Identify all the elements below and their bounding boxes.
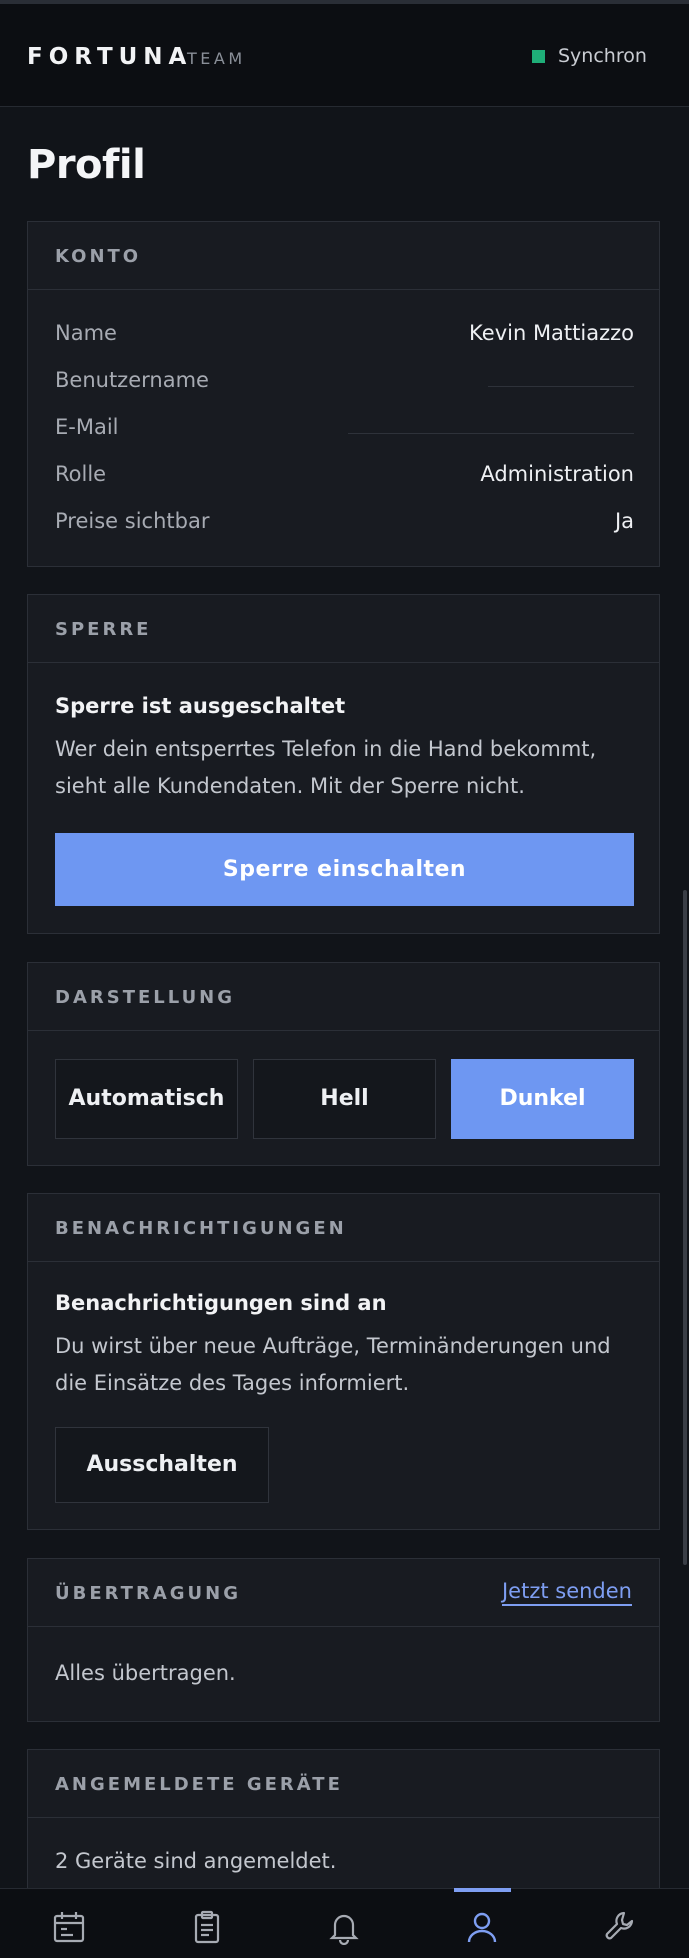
empty-value-line xyxy=(488,386,634,387)
app-header: FORTUNA TEAM Synchron xyxy=(0,4,689,107)
darstellung-card-title: DARSTELLUNG xyxy=(55,987,236,1008)
wrench-icon xyxy=(605,1911,634,1940)
disable-notifications-button[interactable]: Ausschalten xyxy=(55,1427,269,1503)
konto-row-name: Name Kevin Mattiazzo xyxy=(55,321,634,351)
benachrichtigungen-card-title: BENACHRICHTIGUNGEN xyxy=(55,1218,347,1239)
nav-item-tools[interactable] xyxy=(551,1889,689,1958)
nav-item-orders[interactable] xyxy=(138,1889,276,1958)
uebertragung-card: ÜBERTRAGUNG Jetzt senden Alles übertrage… xyxy=(27,1558,660,1722)
theme-option-automatic[interactable]: Automatisch xyxy=(55,1059,238,1139)
page-title: Profil xyxy=(27,142,146,188)
clipboard-icon xyxy=(194,1910,219,1944)
brand-logo: FORTUNA xyxy=(27,44,193,70)
transfer-status: Alles übertragen. xyxy=(55,1661,236,1685)
calendar-icon xyxy=(53,1912,84,1943)
sperre-status: Sperre ist ausgeschaltet xyxy=(55,694,346,718)
konto-row-label: Name xyxy=(55,321,117,345)
konto-card: KONTO Name Kevin Mattiazzo Benutzername … xyxy=(27,221,660,567)
konto-card-header: KONTO xyxy=(28,222,659,290)
geraete-card-header: ANGEMELDETE GERÄTE xyxy=(28,1750,659,1818)
konto-row-role: Rolle Administration xyxy=(55,462,634,492)
konto-row-value: Administration xyxy=(480,462,634,486)
nav-item-profile[interactable] xyxy=(413,1889,551,1958)
sperre-card-header: SPERRE xyxy=(28,595,659,663)
geraete-card-title: ANGEMELDETE GERÄTE xyxy=(55,1774,343,1795)
konto-row-prices: Preise sichtbar Ja xyxy=(55,509,634,539)
theme-option-light[interactable]: Hell xyxy=(253,1059,436,1139)
theme-option-dark[interactable]: Dunkel xyxy=(451,1059,634,1139)
sync-status-label: Synchron xyxy=(558,45,647,67)
konto-row-value: Ja xyxy=(614,509,634,533)
active-tab-indicator xyxy=(454,1888,511,1892)
send-now-link[interactable]: Jetzt senden xyxy=(501,1579,632,1606)
konto-row-label: Rolle xyxy=(55,462,107,486)
enable-lock-button[interactable]: Sperre einschalten xyxy=(55,833,634,906)
benachrichtigungen-card: BENACHRICHTIGUNGEN Benachrichtigungen si… xyxy=(27,1193,660,1530)
notifications-description: Du wirst über neue Aufträge, Terminänder… xyxy=(55,1334,611,1395)
bell-icon xyxy=(329,1914,360,1945)
benachrichtigungen-card-header: BENACHRICHTIGUNGEN xyxy=(28,1194,659,1262)
sperre-description: Wer dein entsperrtes Telefon in die Hand… xyxy=(55,737,597,798)
uebertragung-card-header: ÜBERTRAGUNG Jetzt senden xyxy=(28,1559,659,1627)
konto-row-label: Preise sichtbar xyxy=(55,509,210,533)
user-icon xyxy=(468,1912,497,1943)
konto-row-label: E-Mail xyxy=(55,415,119,439)
konto-row-email: E-Mail xyxy=(55,415,634,445)
brand-subtitle: TEAM xyxy=(187,49,246,68)
uebertragung-card-title: ÜBERTRAGUNG xyxy=(55,1583,241,1604)
nav-item-notifications[interactable] xyxy=(276,1889,414,1958)
notifications-status: Benachrichtigungen sind an xyxy=(55,1291,387,1315)
konto-row-value: Kevin Mattiazzo xyxy=(469,321,634,345)
empty-value-line xyxy=(348,433,634,434)
scrollbar[interactable] xyxy=(683,890,687,1565)
konto-row-username: Benutzername xyxy=(55,368,634,398)
bottom-navigation xyxy=(0,1888,689,1958)
konto-row-label: Benutzername xyxy=(55,368,209,392)
sperre-card-title: SPERRE xyxy=(55,619,152,640)
sync-status-indicator xyxy=(532,50,545,63)
darstellung-card-header: DARSTELLUNG xyxy=(28,963,659,1031)
sperre-card: SPERRE Sperre ist ausgeschaltet Wer dein… xyxy=(27,594,660,934)
konto-card-title: KONTO xyxy=(55,246,142,267)
devices-status: 2 Geräte sind angemeldet. xyxy=(55,1849,337,1873)
darstellung-card: DARSTELLUNG Automatisch Hell Dunkel xyxy=(27,962,660,1166)
nav-item-calendar[interactable] xyxy=(0,1889,138,1958)
